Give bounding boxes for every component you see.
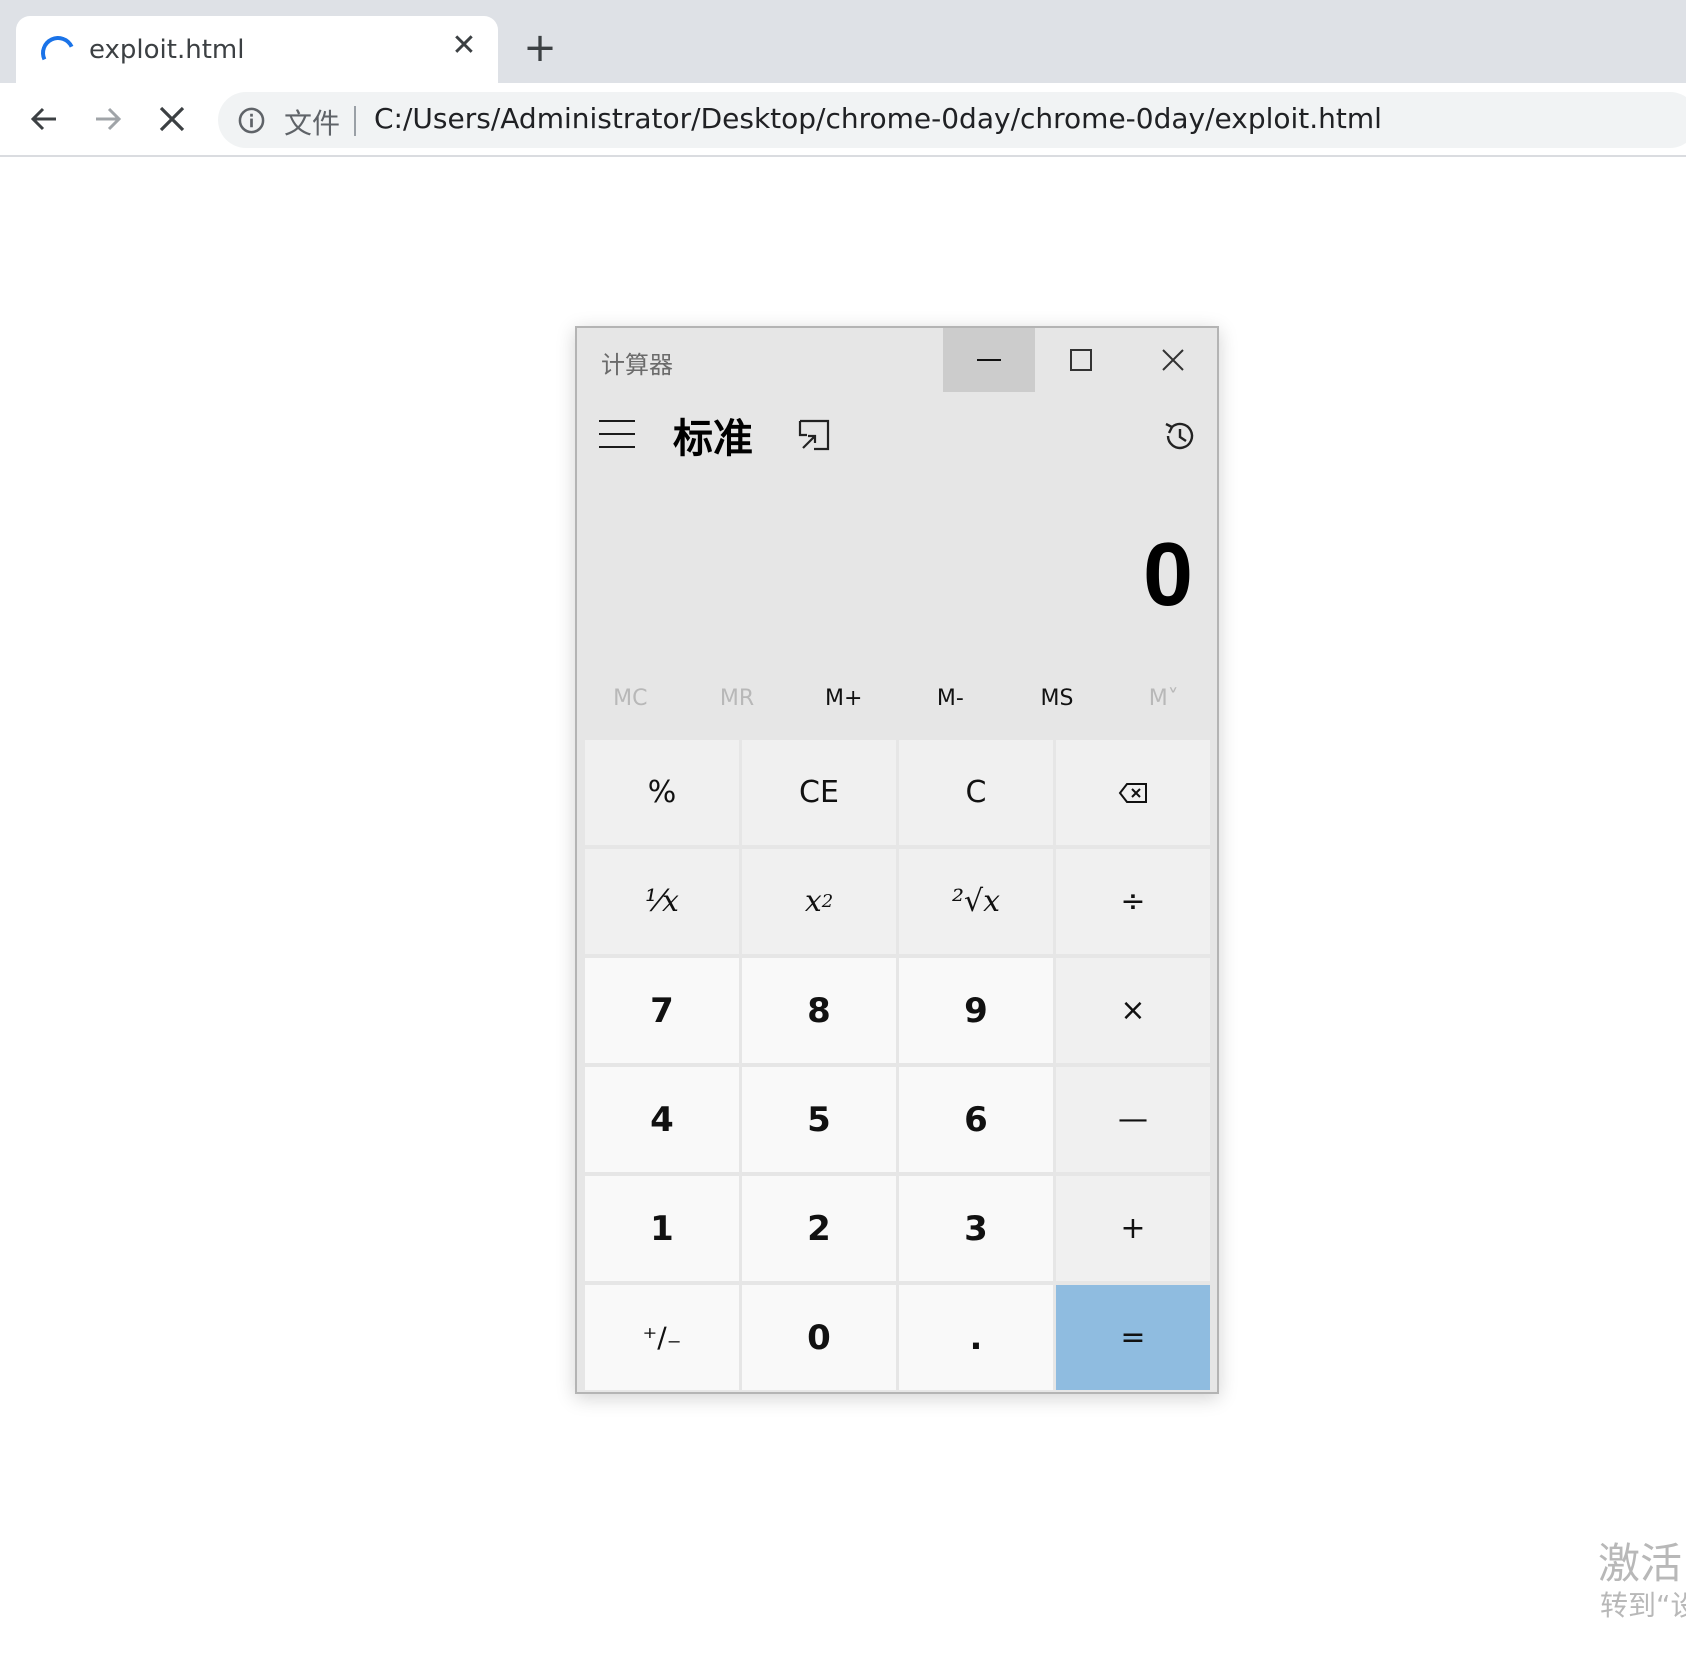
percent-button[interactable]: % <box>585 740 739 845</box>
minimize-button[interactable] <box>943 328 1035 392</box>
address-bar[interactable]: 文件 C:/Users/Administrator/Desktop/chrome… <box>218 92 1686 148</box>
keypad: % CE C ¹⁄x x2 ²√x ÷ 7 8 9 × 4 5 6 — 1 2 … <box>585 740 1210 1390</box>
decimal-button[interactable]: . <box>899 1285 1053 1390</box>
digit-2-button[interactable]: 2 <box>742 1176 896 1281</box>
digit-4-button[interactable]: 4 <box>585 1067 739 1172</box>
url-separator <box>354 106 356 136</box>
stop-loading-icon[interactable] <box>150 97 194 141</box>
memory-store-button[interactable]: MS <box>1004 674 1111 724</box>
subtract-button[interactable]: — <box>1056 1067 1210 1172</box>
tab-close-icon[interactable]: ✕ <box>448 30 480 62</box>
mode-title: 标准 <box>673 416 753 462</box>
activation-watermark-subtitle: 转到“设 <box>1600 1589 1686 1622</box>
digit-8-button[interactable]: 8 <box>742 958 896 1063</box>
minimize-icon <box>977 359 1001 361</box>
activation-watermark-title: 激活 <box>1598 1539 1683 1588</box>
calculator-header: 标准 <box>577 392 1217 480</box>
window-title: 计算器 <box>601 351 673 379</box>
multiply-button[interactable]: × <box>1056 958 1210 1063</box>
divide-button[interactable]: ÷ <box>1056 849 1210 954</box>
hamburger-menu-icon[interactable] <box>599 420 635 448</box>
calculator-display: 0 <box>1142 525 1193 625</box>
memory-add-button[interactable]: M+ <box>790 674 897 724</box>
memory-subtract-button[interactable]: M- <box>897 674 1004 724</box>
loading-spinner-icon <box>36 31 80 75</box>
clear-button[interactable]: C <box>899 740 1053 845</box>
square-button[interactable]: x2 <box>742 849 896 954</box>
forward-arrow-icon[interactable] <box>86 97 130 141</box>
memory-row: MC MR M+ M- MS M˅ <box>577 674 1217 724</box>
memory-recall-button[interactable]: MR <box>684 674 791 724</box>
digit-5-button[interactable]: 5 <box>742 1067 896 1172</box>
maximize-icon <box>1070 349 1092 371</box>
calculator-window: 计算器 标准 0 MC MR M+ M- MS M˅ % CE C ¹⁄x x … <box>575 326 1219 1394</box>
digit-1-button[interactable]: 1 <box>585 1176 739 1281</box>
memory-clear-button[interactable]: MC <box>577 674 684 724</box>
close-icon <box>1162 349 1184 371</box>
new-tab-button[interactable]: + <box>520 28 560 68</box>
back-arrow-icon[interactable] <box>22 97 66 141</box>
equals-button[interactable]: = <box>1056 1285 1210 1390</box>
digit-9-button[interactable]: 9 <box>899 958 1053 1063</box>
info-icon[interactable] <box>238 107 265 134</box>
clear-entry-button[interactable]: CE <box>742 740 896 845</box>
add-button[interactable]: + <box>1056 1176 1210 1281</box>
calculator-titlebar[interactable]: 计算器 <box>577 328 1217 392</box>
close-button[interactable] <box>1127 328 1219 392</box>
browser-toolbar: 文件 C:/Users/Administrator/Desktop/chrome… <box>0 83 1686 157</box>
scheme-chip[interactable]: 文件 <box>284 102 340 142</box>
digit-0-button[interactable]: 0 <box>742 1285 896 1390</box>
digit-6-button[interactable]: 6 <box>899 1067 1053 1172</box>
backspace-icon <box>1118 782 1147 803</box>
square-base: x <box>804 884 822 919</box>
maximize-button[interactable] <box>1035 328 1127 392</box>
backspace-button[interactable] <box>1056 740 1210 845</box>
memory-list-button[interactable]: M˅ <box>1110 674 1217 724</box>
digit-7-button[interactable]: 7 <box>585 958 739 1063</box>
tab-title: exploit.html <box>89 35 245 65</box>
square-exponent: 2 <box>821 891 834 912</box>
digit-3-button[interactable]: 3 <box>899 1176 1053 1281</box>
reciprocal-button[interactable]: ¹⁄x <box>585 849 739 954</box>
browser-tab[interactable]: exploit.html ✕ <box>16 16 498 83</box>
history-icon[interactable] <box>1162 418 1198 454</box>
square-root-button[interactable]: ²√x <box>899 849 1053 954</box>
url-text[interactable]: C:/Users/Administrator/Desktop/chrome-0d… <box>374 102 1382 135</box>
tab-strip: exploit.html ✕ + <box>0 0 1686 83</box>
keep-on-top-icon[interactable] <box>797 418 831 452</box>
negate-button[interactable]: ⁺∕₋ <box>585 1285 739 1390</box>
